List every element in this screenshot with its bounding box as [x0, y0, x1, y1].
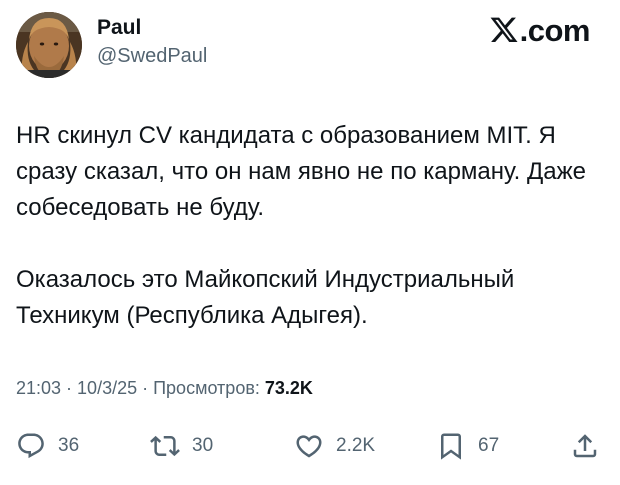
views-label: Просмотров:: [153, 378, 265, 398]
tweet-date[interactable]: 10/3/25: [77, 378, 137, 398]
repost-button[interactable]: 30: [150, 428, 213, 464]
bookmark-count: 67: [478, 435, 500, 456]
bookmark-icon: [441, 433, 461, 460]
repost-icon: [150, 435, 180, 457]
author-name[interactable]: Paul: [97, 16, 141, 40]
views-count: 73.2K: [264, 378, 313, 398]
tweet-paragraph: Оказалось это Майкопский Индустриальный …: [16, 266, 515, 329]
like-button[interactable]: 2.2K: [294, 428, 375, 464]
meta-separator: ·: [137, 378, 154, 398]
x-com-brand: .com: [489, 13, 591, 48]
tweet-text: HR скинул CV кандидата с образованием MI…: [16, 118, 606, 334]
share-icon: [573, 434, 597, 458]
avatar-image: [16, 12, 82, 78]
author-handle[interactable]: @SwedPaul: [97, 45, 207, 68]
reply-count: 36: [58, 435, 80, 456]
bookmark-button[interactable]: 67: [436, 428, 499, 464]
meta-separator: ·: [61, 378, 78, 398]
tweet-time[interactable]: 21:03: [16, 378, 61, 398]
share-button[interactable]: [570, 428, 600, 464]
x-logo-icon: [490, 17, 518, 42]
brand-domain: .com: [519, 13, 591, 48]
like-count: 2.2K: [336, 435, 376, 456]
tweet-meta: 21:03 · 10/3/25 · Просмотров: 73.2K: [16, 378, 313, 399]
action-bar: 36 30 2.2K 67: [16, 428, 606, 464]
heart-icon: [296, 435, 322, 458]
reply-button[interactable]: 36: [16, 428, 79, 464]
avatar[interactable]: [16, 12, 82, 78]
repost-count: 30: [192, 435, 214, 456]
reply-icon: [18, 433, 44, 459]
tweet-paragraph: HR скинул CV кандидата с образованием MI…: [16, 122, 586, 221]
